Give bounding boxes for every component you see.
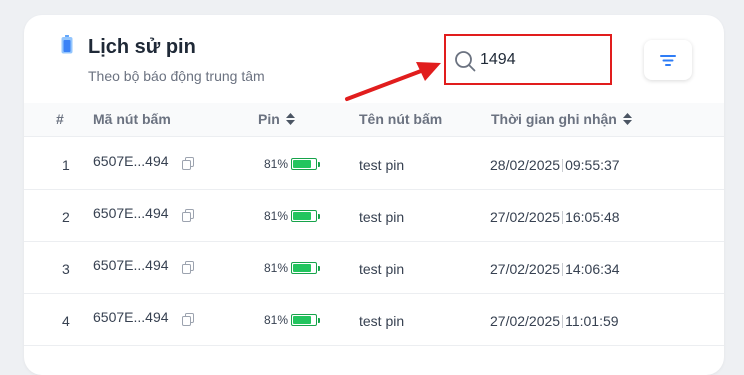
recorded-clock: 16:05:48 xyxy=(565,209,620,225)
battery-fill xyxy=(293,160,311,168)
filter-icon xyxy=(660,54,676,66)
battery-icon xyxy=(61,35,73,54)
recorded-clock: 09:55:37 xyxy=(565,157,620,173)
button-code: 6507E...494 xyxy=(93,153,169,169)
battery-cell: 81% xyxy=(264,157,321,171)
recorded-date: 28/02/2025 xyxy=(490,157,561,173)
filter-button[interactable] xyxy=(644,40,692,80)
search-box[interactable] xyxy=(444,34,612,85)
copy-icon[interactable] xyxy=(182,157,194,170)
recorded-date: 27/02/2025 xyxy=(490,313,561,329)
button-name: test pin xyxy=(359,261,405,277)
table-row[interactable]: 4 6507E...494 81% test pin 27/02/2025 11:… xyxy=(24,294,724,346)
recorded-clock: 11:01:59 xyxy=(565,313,619,329)
copy-icon[interactable] xyxy=(182,313,194,326)
button-code: 6507E...494 xyxy=(93,257,169,273)
button-name: test pin xyxy=(359,209,405,225)
button-code: 6507E...494 xyxy=(93,309,169,325)
battery-percent: 81% xyxy=(264,157,289,171)
search-input[interactable] xyxy=(480,48,600,72)
button-code: 6507E...494 xyxy=(93,205,169,221)
battery-percent: 81% xyxy=(264,261,289,275)
search-icon xyxy=(455,51,476,72)
battery-level-icon xyxy=(291,314,321,326)
row-index: 3 xyxy=(62,261,70,277)
sort-icon[interactable] xyxy=(285,113,295,125)
battery-fill xyxy=(293,264,311,272)
button-name: test pin xyxy=(359,313,405,329)
sort-icon[interactable] xyxy=(622,113,632,125)
column-button-code: Mã nút bấm xyxy=(93,111,171,127)
battery-cell: 81% xyxy=(264,261,321,275)
card-header: Lịch sử pin Theo bộ báo động trung tâm xyxy=(24,15,724,103)
battery-cell: 81% xyxy=(264,313,321,327)
recorded-time: 27/02/2025 14:06:34 xyxy=(490,261,620,277)
column-recorded-time[interactable]: Thời gian ghi nhận xyxy=(491,111,632,127)
table-row[interactable]: 2 6507E...494 81% test pin 27/02/2025 16:… xyxy=(24,190,724,242)
row-index: 1 xyxy=(62,157,70,173)
column-recorded-time-label: Thời gian ghi nhận xyxy=(491,111,617,127)
table-row[interactable]: 3 6507E...494 81% test pin 27/02/2025 14:… xyxy=(24,242,724,294)
battery-fill xyxy=(293,316,311,324)
battery-level-icon xyxy=(291,158,321,170)
page-title: Lịch sử pin xyxy=(88,36,196,58)
column-button-name: Tên nút bấm xyxy=(359,111,443,127)
recorded-date: 27/02/2025 xyxy=(490,261,561,277)
battery-percent: 81% xyxy=(264,313,289,327)
row-index: 4 xyxy=(62,313,70,329)
column-index: # xyxy=(56,111,64,127)
battery-history-card: Lịch sử pin Theo bộ báo động trung tâm #… xyxy=(24,15,724,375)
battery-cell: 81% xyxy=(264,209,321,223)
battery-percent: 81% xyxy=(264,209,289,223)
column-battery[interactable]: Pin xyxy=(258,111,295,127)
row-index: 2 xyxy=(62,209,70,225)
recorded-date: 27/02/2025 xyxy=(490,209,561,225)
button-name: test pin xyxy=(359,157,405,173)
copy-icon[interactable] xyxy=(182,261,194,274)
table-header: # Mã nút bấm Pin Tên nút bấm Thời gian g… xyxy=(24,103,724,137)
recorded-time: 28/02/2025 09:55:37 xyxy=(490,157,620,173)
column-battery-label: Pin xyxy=(258,111,280,127)
battery-fill xyxy=(293,212,311,220)
recorded-clock: 14:06:34 xyxy=(565,261,620,277)
table-row[interactable]: 1 6507E...494 81% test pin 28/02/2025 09:… xyxy=(24,138,724,190)
recorded-time: 27/02/2025 11:01:59 xyxy=(490,313,619,329)
battery-level-icon xyxy=(291,210,321,222)
recorded-time: 27/02/2025 16:05:48 xyxy=(490,209,620,225)
battery-level-icon xyxy=(291,262,321,274)
copy-icon[interactable] xyxy=(182,209,194,222)
page-subtitle: Theo bộ báo động trung tâm xyxy=(88,68,265,84)
